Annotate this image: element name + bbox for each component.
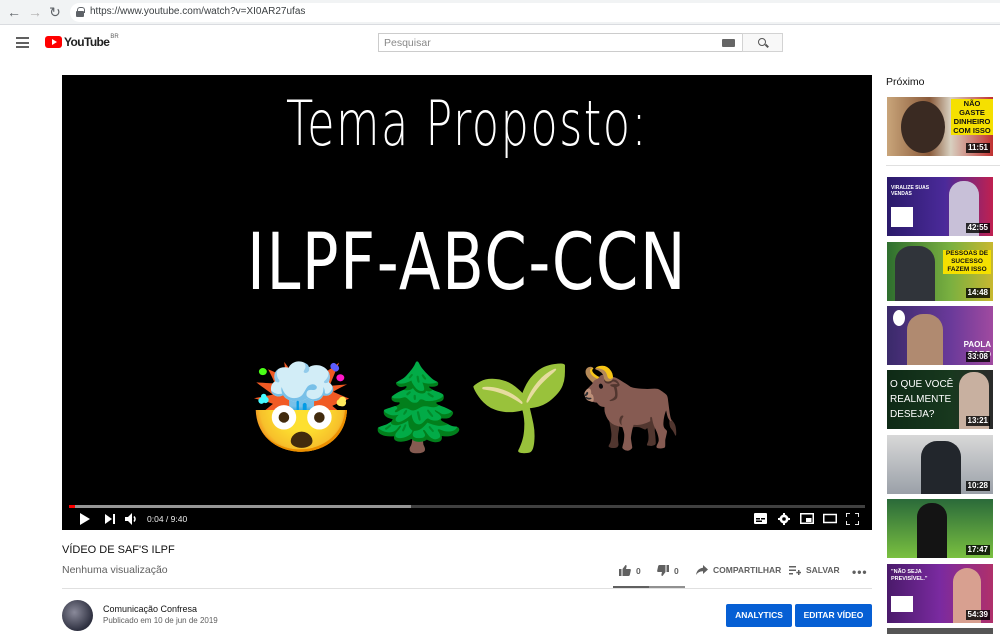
- dislike-count: 0: [674, 565, 679, 576]
- publish-date: Publicado em 10 de jun de 2019: [103, 616, 218, 625]
- time-display: 0:04 / 9:40: [147, 514, 188, 524]
- youtube-masthead: YouTube BR Pesquisar: [0, 26, 1000, 60]
- thumbnail-person: [895, 246, 935, 301]
- divider: [62, 588, 872, 589]
- menu-icon[interactable]: [16, 37, 29, 48]
- progress-played: [69, 505, 75, 508]
- progress-bar[interactable]: [69, 505, 865, 508]
- theater-mode-icon[interactable]: [823, 513, 837, 524]
- more-actions-icon[interactable]: •••: [852, 565, 868, 579]
- address-bar[interactable]: https://www.youtube.com/watch?v=XI0AR27u…: [70, 3, 1000, 22]
- video-duration-badge: 13:21: [965, 416, 990, 426]
- subtitles-icon[interactable]: [754, 513, 767, 524]
- sidebar-video-thumbnail[interactable]: PAOLA CARO 33:08: [887, 306, 993, 365]
- thumbnail-person: [901, 101, 945, 153]
- channel-name[interactable]: Comunicação Confresa: [103, 604, 197, 614]
- thumbnail-person: [907, 314, 943, 365]
- exploding-head-emoji: 🤯: [248, 361, 356, 457]
- play-icon[interactable]: [79, 513, 90, 525]
- thumbnail-person: [917, 503, 947, 558]
- fullscreen-icon[interactable]: [846, 513, 859, 525]
- sidebar-video-thumbnail[interactable]: O QUE VOCÊ REALMENTE DESEJA? 13:21: [887, 370, 993, 429]
- thumbs-down-icon: [657, 565, 669, 576]
- thumbnail-logo: [891, 207, 913, 227]
- search-input[interactable]: Pesquisar: [378, 33, 742, 52]
- save-label: SALVAR: [806, 565, 840, 575]
- settings-gear-icon[interactable]: [778, 513, 790, 525]
- video-frame-title: Tema Proposto:: [286, 87, 648, 160]
- tree-emoji: 🌲: [366, 360, 471, 454]
- video-frame-emojis: 🤯 🌲 🌱 🐂: [248, 358, 688, 468]
- save-button[interactable]: SALVAR: [789, 565, 840, 575]
- share-icon: [696, 565, 708, 575]
- channel-avatar[interactable]: [62, 600, 93, 631]
- browser-toolbar: ← → ↻ https://www.youtube.com/watch?v=XI…: [0, 0, 1000, 25]
- video-duration-badge: 42:55: [965, 223, 990, 233]
- seedling-emoji: 🌱: [468, 360, 573, 454]
- url-text: https://www.youtube.com/watch?v=XI0AR27u…: [90, 6, 306, 17]
- sidebar-video-thumbnail[interactable]: PESSOAS DE SUCESSO FAZEM ISSO 14:48: [887, 242, 993, 301]
- sidebar-video-thumbnail[interactable]: [887, 628, 993, 634]
- youtube-logo[interactable]: YouTube BR: [45, 34, 119, 49]
- thumbnail-caption: PESSOAS DE SUCESSO FAZEM ISSO: [943, 250, 991, 274]
- volume-icon[interactable]: [125, 513, 138, 525]
- thumbnail-caption: NÃO GASTE DINHEIRO COM ISSO: [951, 99, 993, 135]
- share-button[interactable]: COMPARTILHAR: [696, 565, 781, 575]
- next-icon[interactable]: [105, 513, 116, 525]
- sidebar-video-thumbnail[interactable]: 17:47: [887, 499, 993, 558]
- logo-text: YouTube: [64, 35, 110, 49]
- search-placeholder: Pesquisar: [384, 37, 431, 49]
- dislike-button[interactable]: 0: [657, 565, 679, 576]
- view-count: Nenhuma visualização: [62, 564, 168, 576]
- video-duration-badge: 54:39: [965, 610, 990, 620]
- sidebar-separator: [886, 165, 1000, 166]
- logo-country-code: BR: [110, 34, 119, 40]
- progress-buffered: [69, 505, 412, 508]
- ox-emoji: 🐂: [578, 360, 683, 454]
- video-duration-badge: 11:51: [965, 143, 990, 153]
- thumbnail-caption: VIRALIZE SUAS VENDAS: [891, 185, 930, 197]
- video-title: VÍDEO DE SAF'S ILPF: [62, 544, 175, 556]
- search-button[interactable]: [742, 33, 783, 52]
- player-controls: 0:04 / 9:40: [62, 509, 872, 530]
- edit-video-button[interactable]: EDITAR VÍDEO: [795, 604, 872, 627]
- thumbnail-caption: "NÃO SEJA PREVISÍVEL.": [891, 569, 928, 582]
- thumbnail-logo: [891, 596, 913, 612]
- keyboard-icon[interactable]: [722, 39, 735, 47]
- sidebar-video-thumbnail[interactable]: 10:28: [887, 435, 993, 494]
- thumbnail-caption: O QUE VOCÊ REALMENTE DESEJA?: [890, 379, 954, 420]
- video-duration-badge: 17:47: [965, 545, 990, 555]
- up-next-heading: Próximo: [886, 76, 925, 88]
- youtube-play-logo-icon: [45, 36, 62, 48]
- miniplayer-icon[interactable]: [800, 513, 814, 524]
- lock-icon: [76, 7, 85, 17]
- like-count: 0: [636, 565, 641, 576]
- sidebar-video-thumbnail[interactable]: VIRALIZE SUAS VENDAS 42:55: [887, 177, 993, 236]
- video-duration-badge: 10:28: [965, 481, 990, 491]
- sidebar-video-thumbnail[interactable]: NÃO GASTE DINHEIRO COM ISSO 11:51: [887, 97, 993, 156]
- like-button[interactable]: 0: [619, 565, 641, 576]
- video-duration-badge: 33:08: [965, 352, 990, 362]
- video-frame-subtitle: ILPF-ABC-CCN: [246, 218, 688, 308]
- add-to-playlist-icon: [789, 566, 801, 575]
- share-label: COMPARTILHAR: [713, 565, 782, 575]
- reload-icon[interactable]: ↻: [47, 4, 63, 20]
- thumbnail-logo: [893, 310, 905, 326]
- video-player[interactable]: Tema Proposto: ILPF-ABC-CCN 🤯 🌲 🌱 🐂 0:04…: [62, 75, 872, 530]
- sidebar-video-thumbnail[interactable]: "NÃO SEJA PREVISÍVEL." 54:39: [887, 564, 993, 623]
- forward-arrow-icon[interactable]: →: [27, 4, 43, 20]
- thumbnail-person: [921, 441, 961, 494]
- thumbs-up-icon: [619, 565, 631, 576]
- search-icon: [758, 38, 766, 46]
- back-arrow-icon[interactable]: ←: [6, 4, 22, 20]
- video-duration-badge: 14:48: [965, 288, 990, 298]
- analytics-button[interactable]: ANALYTICS: [726, 604, 792, 627]
